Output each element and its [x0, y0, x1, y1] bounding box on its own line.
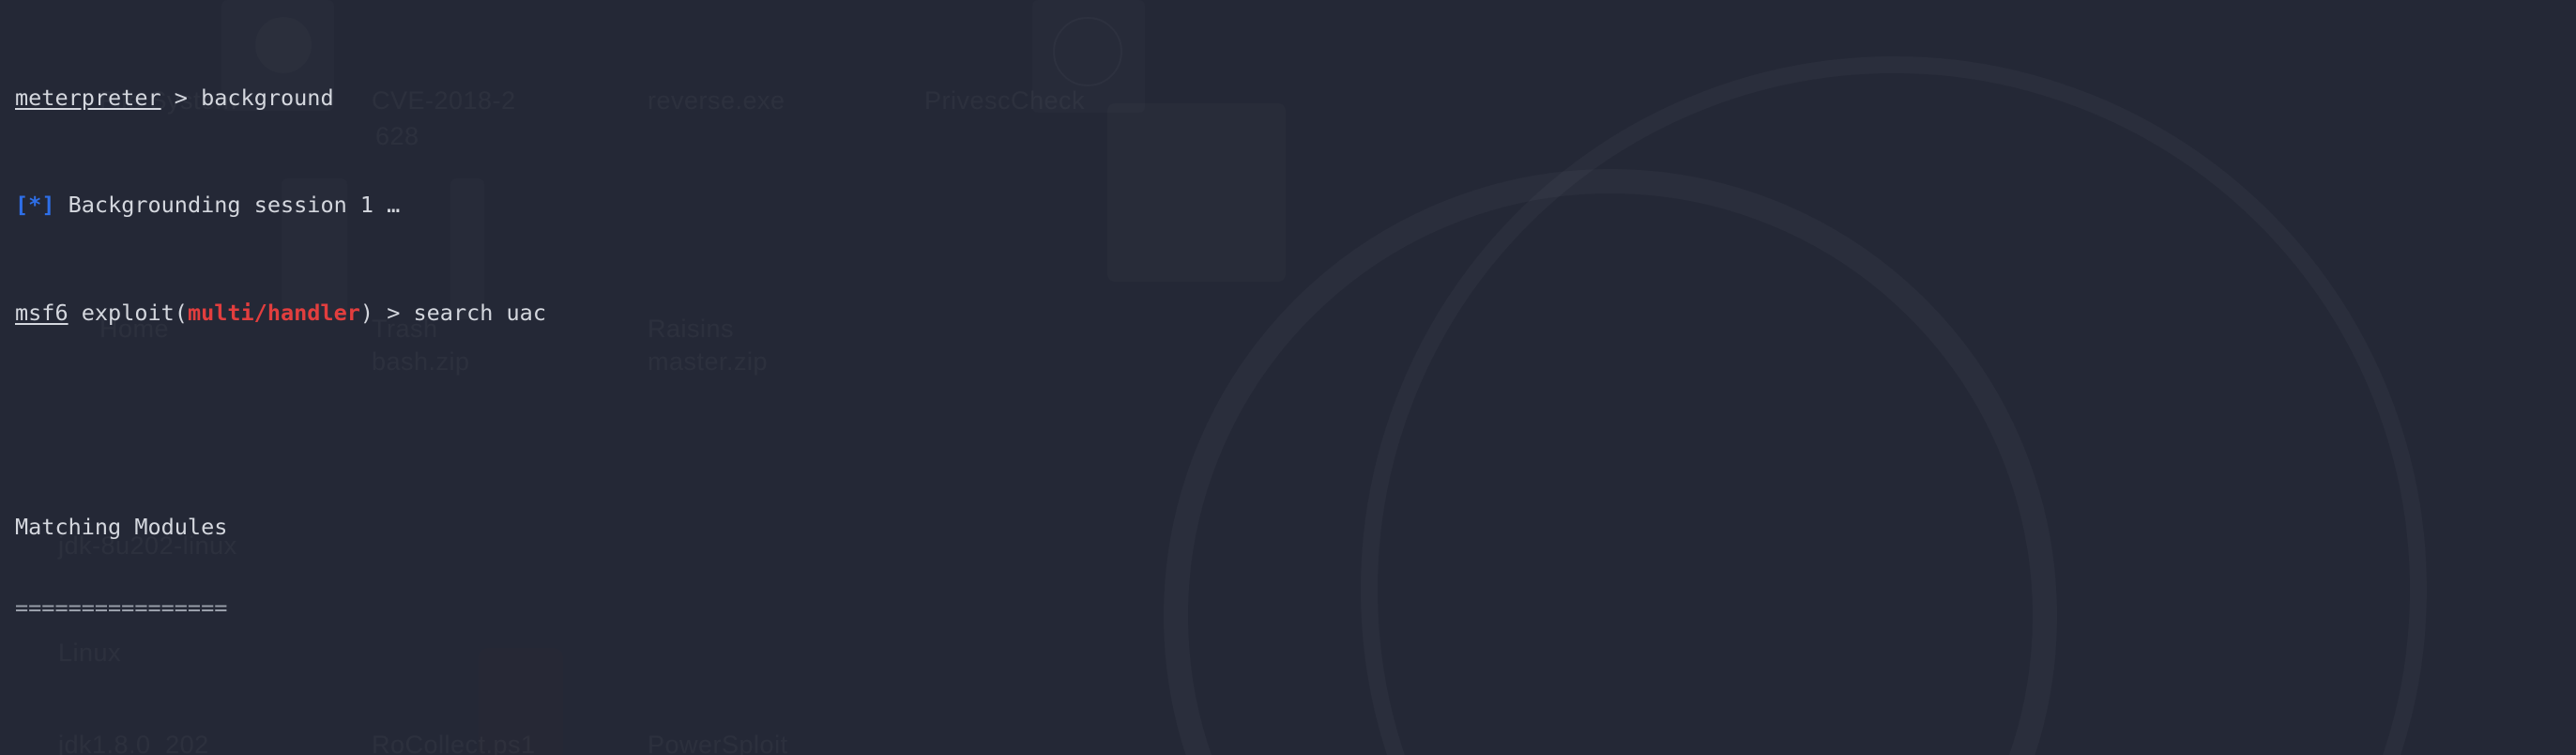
- meterpreter-prompt-line: meterpreter > background: [15, 85, 2576, 112]
- prompt-spacer: [400, 300, 413, 326]
- status-star-icon: *: [28, 192, 42, 219]
- meterpreter-user: meterpreter: [15, 84, 161, 111]
- prompt-spacer: [54, 192, 68, 218]
- terminal-window[interactable]: File System CVE-2018-2 reverse.exe Prive…: [0, 0, 2576, 755]
- exploit-context-prefix: exploit(: [81, 299, 188, 326]
- prompt-spacer: [69, 300, 82, 326]
- exploit-context-module: multi/handler: [187, 299, 360, 326]
- prompt-spacer: [161, 85, 175, 111]
- search-command: search uac: [413, 299, 546, 326]
- prompt-spacer: [188, 85, 201, 111]
- status-bracket-close: ]: [41, 192, 55, 219]
- status-text: Backgrounding session 1 …: [68, 192, 401, 219]
- prompt-spacer: [373, 300, 387, 326]
- prompt-arrow: >: [174, 84, 188, 111]
- backgrounding-status-line: [*] Backgrounding session 1 …: [15, 192, 2576, 219]
- matching-modules-underline: ================: [15, 594, 228, 622]
- status-bracket-open: [: [15, 192, 29, 219]
- matching-modules-heading: Matching Modules: [15, 514, 228, 541]
- exploit-context-suffix: ): [359, 299, 374, 326]
- msf6-user: msf6: [15, 299, 69, 326]
- msf6-prompt-line: msf6 exploit(multi/handler) > search uac: [15, 300, 2576, 327]
- console-output: meterpreter > background [*] Backgroundi…: [0, 4, 2576, 755]
- prompt-arrow: >: [387, 299, 401, 326]
- background-command: background: [201, 84, 334, 111]
